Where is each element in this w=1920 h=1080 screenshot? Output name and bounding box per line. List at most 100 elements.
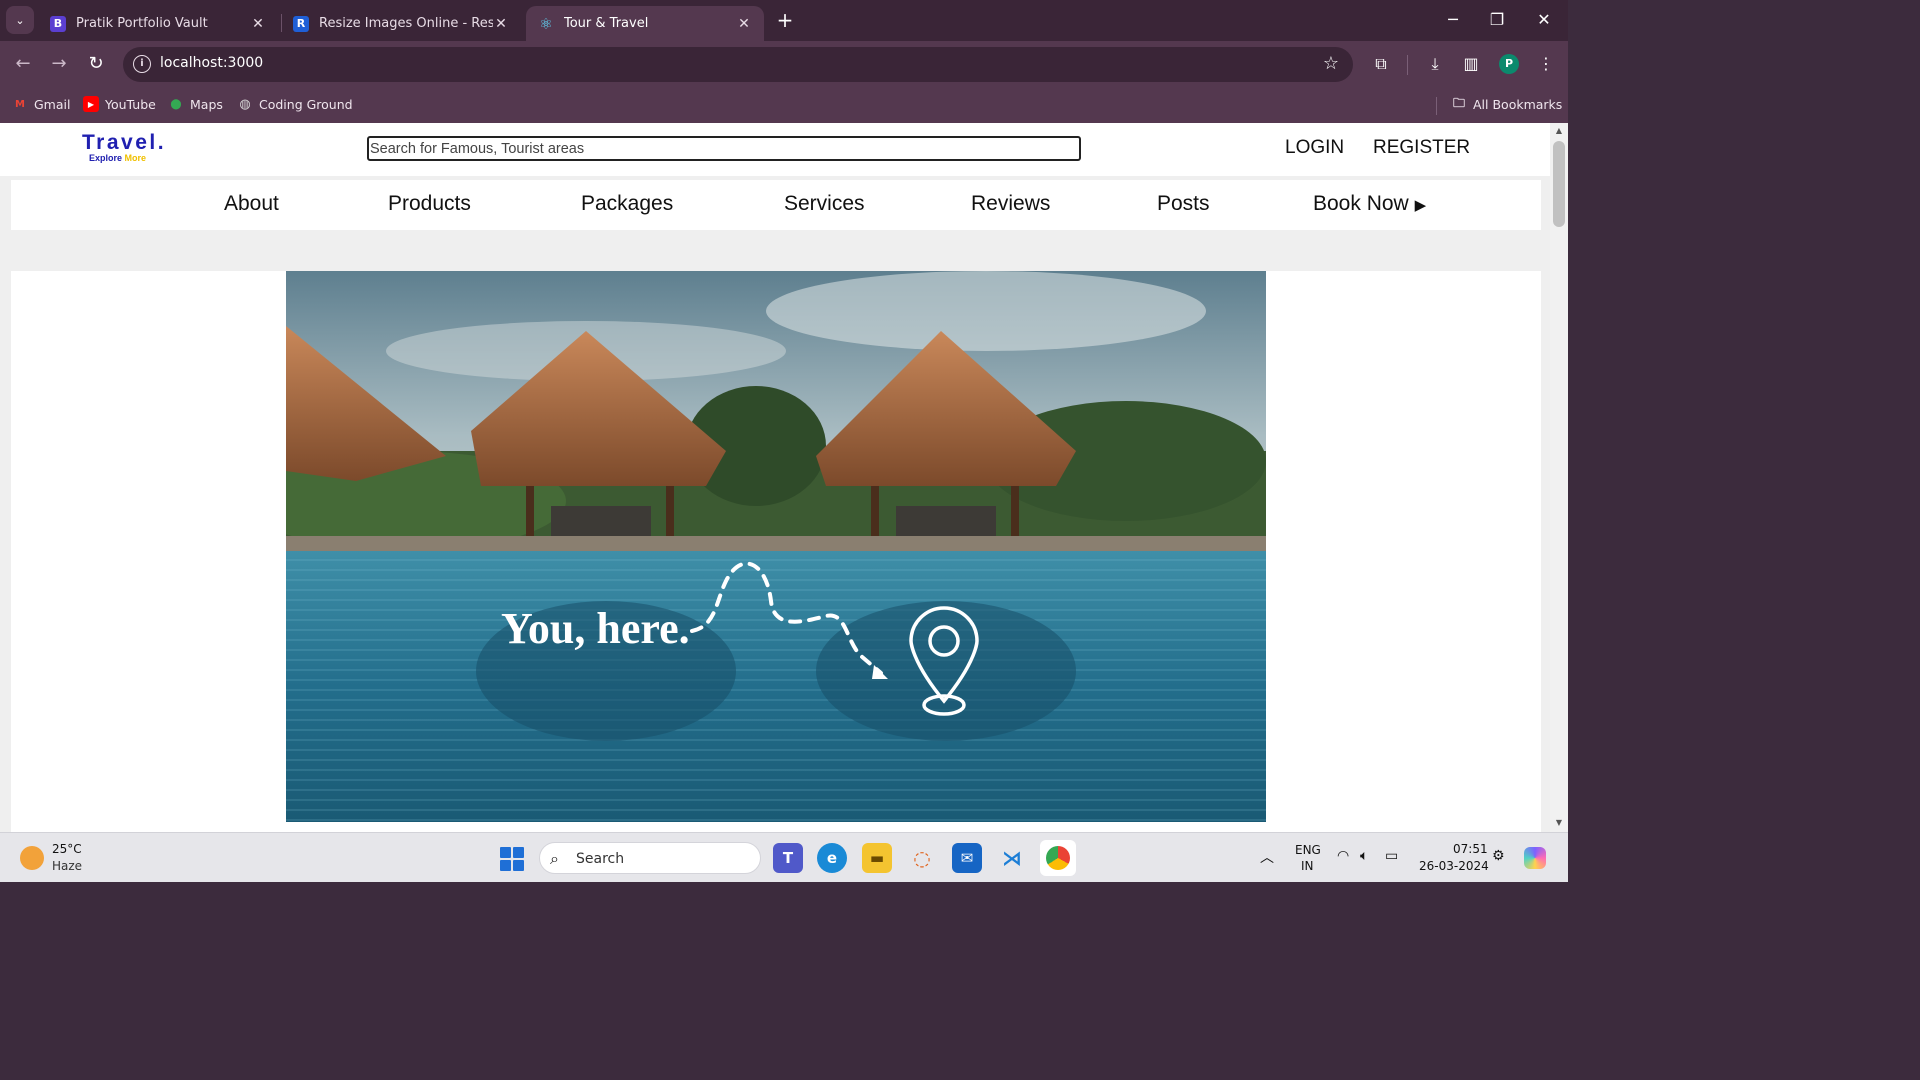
- bookmark-label: YouTube: [105, 96, 156, 112]
- nav-reviews[interactable]: Reviews: [971, 192, 1050, 216]
- start-button[interactable]: [500, 847, 524, 871]
- close-tab-icon[interactable]: ✕: [736, 16, 752, 32]
- bookmark-label: Maps: [190, 96, 223, 112]
- maps-icon: ⬤: [170, 98, 182, 110]
- restore-icon[interactable]: ❐: [1485, 8, 1509, 32]
- bookmarks-bar: M Gmail ▶ YouTube ⬤ Maps ◍ Coding Ground…: [0, 88, 1568, 123]
- weather-temperature[interactable]: 25°C: [52, 842, 82, 856]
- weather-haze-icon[interactable]: [20, 846, 44, 870]
- tab-title: Pratik Portfolio Vault: [76, 16, 208, 31]
- new-tab-button[interactable]: +: [774, 9, 796, 31]
- site-info-icon[interactable]: i: [133, 55, 151, 73]
- caret-right-icon: ▶: [1414, 197, 1427, 214]
- bootstrap-icon: B: [50, 15, 66, 32]
- battery-icon[interactable]: ▭: [1385, 848, 1398, 864]
- taskbar: 25°C Haze ⌕ Search T e ▬ ◌ ✉ ⋊ ︿ ENG IN …: [0, 832, 1568, 882]
- bookmark-star-icon[interactable]: ☆: [1323, 53, 1339, 74]
- volume-icon[interactable]: 🔈︎: [1360, 848, 1368, 864]
- menu-kebab-icon[interactable]: ⋮: [1535, 53, 1557, 75]
- mail-icon[interactable]: ✉: [952, 843, 982, 873]
- page-viewport: Travel. Explore More LOGIN REGISTER Abou…: [0, 123, 1568, 832]
- site-nav: About Products Packages Services Reviews…: [11, 180, 1541, 230]
- tab-search-chevron-icon[interactable]: ⌄: [6, 6, 34, 34]
- hero-illustration: You, here.: [286, 271, 1266, 822]
- folder-icon: 🗀: [1452, 95, 1465, 110]
- forward-icon[interactable]: →: [48, 53, 70, 75]
- vscode-icon[interactable]: ⋊: [997, 843, 1027, 873]
- site-logo[interactable]: Travel.: [82, 131, 166, 155]
- hero-section: You, here.: [11, 271, 1541, 832]
- file-explorer-icon[interactable]: ▬: [862, 843, 892, 873]
- extensions-icon[interactable]: ⧉: [1370, 53, 1392, 75]
- download-icon[interactable]: ⤓: [1424, 53, 1446, 75]
- jupyter-icon[interactable]: ◌: [907, 843, 937, 873]
- taskbar-search[interactable]: ⌕ Search: [539, 842, 761, 874]
- tab-tour-travel[interactable]: ⚛ Tour & Travel ✕: [526, 6, 764, 41]
- nav-posts[interactable]: Posts: [1157, 192, 1210, 216]
- tray-overflow-chevron-icon[interactable]: ︿: [1260, 847, 1274, 867]
- tab-strip: ⌄ B Pratik Portfolio Vault ✕ R Resize Im…: [0, 0, 1568, 41]
- tab-title: Resize Images Online - Resize JPG: [319, 16, 493, 31]
- profile-avatar[interactable]: P: [1499, 54, 1519, 74]
- notifications-icon[interactable]: ⚙: [1492, 848, 1505, 864]
- site-header: Travel. Explore More LOGIN REGISTER: [0, 123, 1550, 176]
- browser-toolbar: ← → ↻ i localhost:3000 ☆ ⧉ ⤓ ▥ P ⋮: [0, 41, 1568, 88]
- scroll-down-icon[interactable]: ▼: [1554, 818, 1564, 828]
- nav-products[interactable]: Products: [388, 192, 471, 216]
- nav-about[interactable]: About: [224, 192, 279, 216]
- logo-subtitle: Explore More: [89, 153, 146, 163]
- page-scrollbar[interactable]: ▲ ▼: [1550, 123, 1568, 832]
- taskbar-search-label: Search: [576, 851, 625, 867]
- register-link[interactable]: REGISTER: [1373, 137, 1470, 159]
- edge-icon[interactable]: e: [817, 843, 847, 873]
- search-icon: ⌕: [550, 849, 559, 868]
- close-tab-icon[interactable]: ✕: [493, 16, 509, 32]
- side-panel-icon[interactable]: ▥: [1460, 53, 1482, 75]
- globe-icon: ◍: [239, 96, 251, 112]
- weather-description[interactable]: Haze: [52, 859, 82, 873]
- tab-pratik-portfolio[interactable]: B Pratik Portfolio Vault ✕: [38, 6, 278, 41]
- bookmark-gmail[interactable]: M Gmail: [12, 96, 70, 112]
- login-link[interactable]: LOGIN: [1285, 137, 1344, 159]
- hero-image: You, here.: [286, 271, 1266, 822]
- logo-sub-more: More: [124, 153, 147, 163]
- clock-date[interactable]: 26-03-2024: [1419, 859, 1489, 873]
- input-region[interactable]: IN: [1301, 859, 1314, 873]
- all-bookmarks-button[interactable]: 🗀 All Bookmarks: [1451, 96, 1562, 112]
- scrollbar-thumb[interactable]: [1553, 141, 1565, 227]
- scroll-up-icon[interactable]: ▲: [1554, 126, 1564, 136]
- back-icon[interactable]: ←: [12, 53, 34, 75]
- nav-book-now[interactable]: Book Now ▶: [1313, 192, 1426, 216]
- reload-icon[interactable]: ↻: [85, 53, 107, 75]
- chrome-icon: [1046, 846, 1070, 870]
- wifi-icon[interactable]: ◠: [1337, 848, 1349, 864]
- bookmark-label: Gmail: [34, 96, 71, 112]
- gmail-icon: M: [15, 98, 25, 110]
- nav-packages[interactable]: Packages: [581, 192, 673, 216]
- tab-resize-images[interactable]: R Resize Images Online - Resize JPG ✕: [281, 6, 521, 41]
- logo-sub-explore: Explore: [89, 153, 123, 163]
- input-language[interactable]: ENG: [1295, 843, 1321, 857]
- windows-logo-icon: [500, 847, 511, 858]
- bookmark-coding-ground[interactable]: ◍ Coding Ground: [237, 96, 353, 112]
- site-search-input[interactable]: [367, 136, 1081, 161]
- react-icon: ⚛: [539, 14, 553, 33]
- close-window-icon[interactable]: ✕: [1532, 8, 1556, 32]
- bookmark-maps[interactable]: ⬤ Maps: [168, 96, 223, 112]
- copilot-icon[interactable]: [1524, 847, 1546, 869]
- bookmarks-separator: [1436, 97, 1437, 115]
- teams-icon[interactable]: T: [773, 843, 803, 873]
- address-bar[interactable]: i localhost:3000 ☆: [123, 47, 1353, 82]
- bookmark-label: Coding Ground: [259, 96, 353, 112]
- url-text[interactable]: localhost:3000: [160, 55, 263, 71]
- minimize-icon[interactable]: ─: [1441, 8, 1465, 32]
- resize-image-icon: R: [293, 15, 309, 32]
- toolbar-separator: [1407, 55, 1408, 75]
- clock-time[interactable]: 07:51: [1453, 842, 1488, 856]
- youtube-icon: ▶: [83, 96, 99, 112]
- nav-services[interactable]: Services: [784, 192, 865, 216]
- chrome-taskbar-button[interactable]: [1040, 840, 1076, 876]
- bookmark-youtube[interactable]: ▶ YouTube: [83, 96, 156, 112]
- close-tab-icon[interactable]: ✕: [250, 16, 266, 32]
- nav-book-now-label: Book Now: [1313, 192, 1409, 215]
